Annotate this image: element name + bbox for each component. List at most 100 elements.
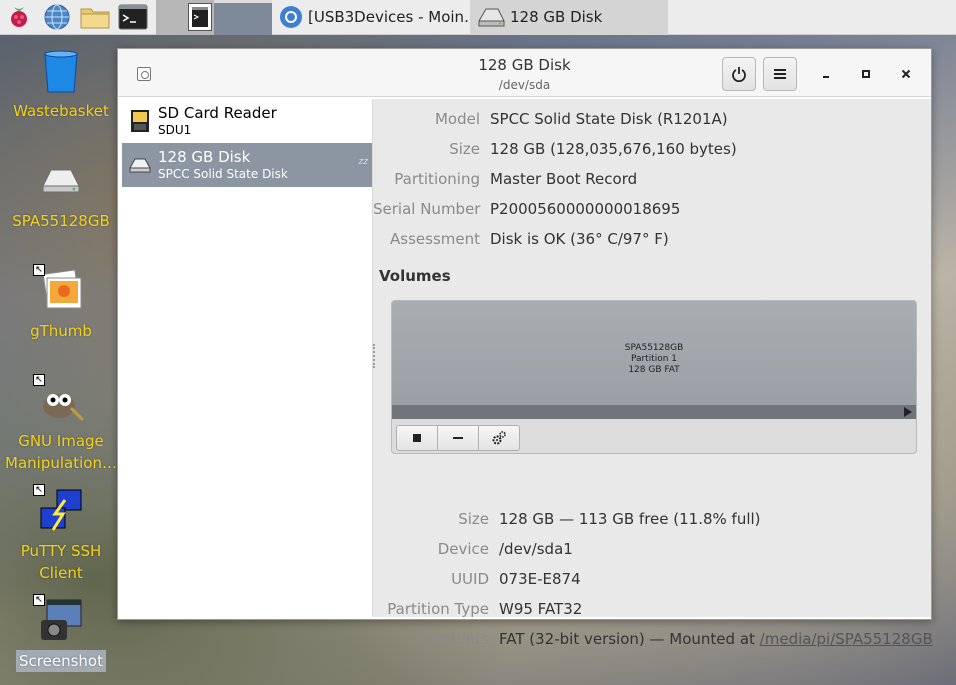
taskbar-task-browser[interactable]: [USB3Devices - Moin…: [272, 0, 470, 35]
terminal-icon: [118, 4, 148, 30]
hard-disk-icon: [129, 158, 151, 173]
drive-subtitle: SPCC Solid State Disk: [158, 167, 288, 181]
disks-icon: [478, 8, 505, 27]
mount-point-link[interactable]: /media/pi/SPA55128GB: [760, 630, 933, 648]
terminal-mini-icon: [192, 7, 208, 27]
partition-size-label: Size: [458, 510, 489, 528]
disk-serial-value: P2000560000000018695: [490, 200, 681, 218]
volume-graphic: SPA55128GB Partition 1 128 GB FAT: [391, 300, 917, 454]
disk-size-label: Size: [449, 140, 480, 158]
raspberry-menu-button[interactable]: [0, 0, 38, 35]
shortcut-arrow-icon: ↖: [33, 374, 45, 386]
window-title: 128 GB Disk: [478, 56, 571, 74]
terminal-button[interactable]: [114, 0, 152, 35]
partition-number: Partition 1: [630, 354, 678, 364]
desktop-icon-label: PuTTY SSH Client: [20, 542, 102, 582]
desktop-icon-label: Screenshot: [16, 650, 106, 672]
desktop-icon-gthumb[interactable]: ↖ gThumb: [1, 264, 121, 342]
taskbar: [USB3Devices - Moin… 128 GB Disk: [0, 0, 956, 35]
disk-model-label: Model: [434, 110, 480, 128]
partition-desc: 128 GB FAT: [628, 365, 680, 375]
partition-uuid-label: UUID: [451, 570, 489, 588]
disk-model-value: SPCC Solid State Disk (R1201A): [490, 110, 728, 128]
drive-list: SD Card Reader SDU1 128 GB Disk SPCC Sol…: [122, 99, 373, 617]
menu-button[interactable]: [763, 57, 797, 91]
partition-name: SPA55128GB: [624, 343, 684, 353]
workspace-thumbnail-2[interactable]: [214, 0, 272, 35]
drive-icon: [37, 158, 85, 206]
shortcut-arrow-icon: ↖: [33, 484, 45, 496]
disk-serial-label: Serial Number: [373, 200, 481, 218]
partition-uuid-value: 073E-E874: [499, 570, 581, 588]
power-icon: [732, 67, 746, 82]
drive-subtitle: SDU1: [158, 123, 192, 137]
taskbar-task-label: [USB3Devices - Moin…: [308, 8, 470, 26]
gimp-icon: ↖: [33, 374, 85, 426]
disk-partitioning-label: Partitioning: [394, 170, 480, 188]
shortcut-arrow-icon: ↖: [33, 594, 45, 606]
desktop-icon-wastebasket[interactable]: Wastebasket: [1, 48, 121, 122]
drive-item-128gb-disk[interactable]: 128 GB Disk SPCC Solid State Disk zz: [122, 143, 372, 187]
taskbar-task-disks[interactable]: 128 GB Disk: [470, 0, 668, 35]
workspace-thumbnails[interactable]: [156, 0, 272, 35]
desktop-icon-label: GNU Image Manipulation…: [5, 432, 117, 472]
volume-scrollbar[interactable]: [392, 405, 916, 419]
stop-icon: [413, 434, 421, 442]
desktop-icon-screenshot[interactable]: ↖ Screenshot: [1, 594, 121, 672]
chromium-icon: [280, 6, 302, 28]
file-manager-icon: [80, 8, 110, 29]
delete-partition-button[interactable]: [437, 425, 479, 451]
partition-device-value: /dev/sda1: [499, 540, 573, 558]
disk-details: Model SPCC Solid State Disk (R1201A) Siz…: [373, 99, 933, 648]
minimize-button[interactable]: [815, 63, 837, 85]
partition-type-value: W95 FAT32: [499, 600, 583, 618]
standby-indicator: zz: [358, 157, 368, 167]
unmount-button[interactable]: [396, 425, 438, 451]
raspberry-menu-icon: [11, 7, 27, 27]
screenshot-icon: ↖: [33, 594, 85, 646]
workspace-thumbnail[interactable]: [188, 3, 212, 31]
drive-name: 128 GB Disk: [158, 148, 251, 166]
desktop-icon-putty[interactable]: ↖ PuTTY SSH Client: [1, 484, 121, 584]
partition-type-label: Partition Type: [387, 600, 489, 618]
partition-size-value: 128 GB — 113 GB free (11.8% full): [499, 510, 761, 528]
disk-assessment-value: Disk is OK (36° C/97° F): [490, 230, 669, 248]
partition-contents-value: FAT (32-bit version) — Mounted at /media…: [499, 629, 933, 649]
desktop-icon-label: gThumb: [30, 322, 92, 340]
power-off-button[interactable]: [722, 57, 756, 91]
wastebasket-icon: [37, 48, 85, 96]
close-button[interactable]: [895, 63, 917, 85]
desktop-icon-drive[interactable]: SPA55128GB: [1, 158, 121, 232]
maximize-button[interactable]: [855, 63, 877, 85]
desktop-icon-label: Wastebasket: [13, 102, 109, 120]
drive-name: SD Card Reader: [158, 104, 277, 122]
web-browser-button[interactable]: [38, 0, 76, 35]
drive-item-sd-card-reader[interactable]: SD Card Reader SDU1: [122, 99, 372, 143]
volumes-heading: Volumes: [379, 267, 451, 285]
close-icon: [901, 69, 911, 79]
contents-text: FAT (32-bit version) — Mounted at: [499, 630, 760, 648]
putty-icon: ↖: [33, 484, 85, 536]
gears-icon: [492, 431, 506, 445]
partition-options-button[interactable]: [478, 425, 520, 451]
hamburger-menu-icon: [774, 69, 786, 79]
minus-icon: [453, 437, 463, 439]
pane-resize-handle[interactable]: [373, 344, 376, 368]
gthumb-icon: ↖: [33, 264, 85, 316]
file-manager-button[interactable]: [76, 0, 114, 35]
desktop-icon-gimp[interactable]: ↖ GNU Image Manipulation…: [1, 374, 121, 474]
partition-device-label: Device: [437, 540, 489, 558]
desktop-icon-label: SPA55128GB: [12, 212, 110, 230]
disk-size-value: 128 GB (128,035,676,160 bytes): [490, 140, 737, 158]
scroll-right-icon[interactable]: [904, 407, 912, 417]
window-subtitle: /dev/sda: [498, 78, 551, 92]
sd-card-icon: [131, 110, 149, 132]
minimize-icon: [823, 76, 829, 78]
taskbar-task-label: 128 GB Disk: [510, 8, 603, 26]
partition-contents-label: Contents: [421, 630, 489, 648]
partition-block[interactable]: SPA55128GB Partition 1 128 GB FAT: [392, 301, 916, 405]
web-browser-icon: [44, 4, 70, 30]
partition-label: SPA55128GB Partition 1 128 GB FAT: [392, 343, 916, 376]
titlebar[interactable]: 128 GB Disk /dev/sda: [118, 49, 931, 97]
volume-toolbar: [396, 425, 520, 451]
